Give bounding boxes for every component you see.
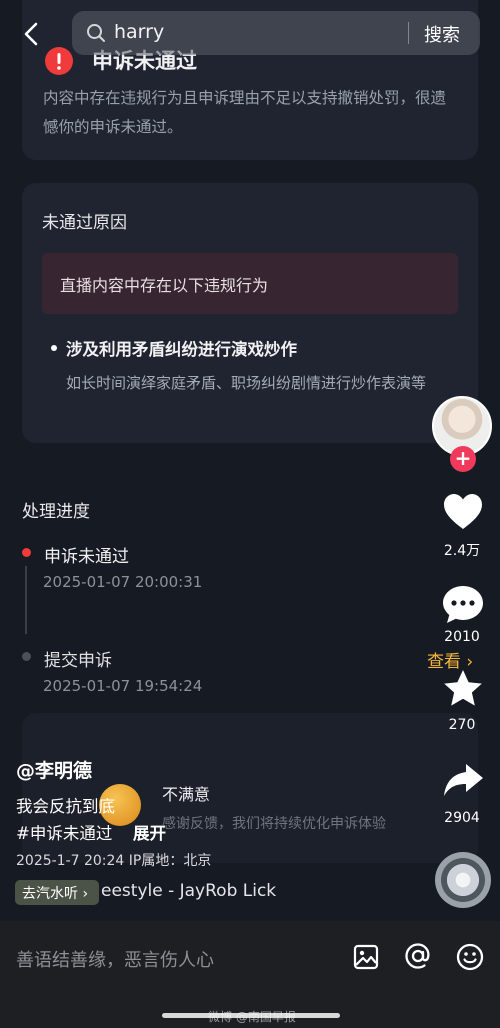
search-icon xyxy=(87,24,105,42)
timeline-step-label: 提交申诉 xyxy=(44,651,112,671)
music-disc[interactable] xyxy=(435,852,491,908)
violation-banner-text: 直播内容中存在以下违规行为 xyxy=(60,276,269,295)
music-track-title[interactable]: eestyle - JayRob Lick xyxy=(101,881,276,901)
timeline-dot-past xyxy=(22,652,31,661)
timeline-step-label: 申诉未通过 xyxy=(44,547,129,567)
timeline-step-time: 2025-01-07 20:00:31 xyxy=(43,573,203,591)
heart-icon[interactable] xyxy=(441,490,485,534)
timeline-step-time: 2025-01-07 19:54:24 xyxy=(43,677,203,695)
post-caption: 我会反抗到底 xyxy=(16,797,115,816)
at-mention-icon[interactable] xyxy=(403,941,433,971)
open-music-app-label: 去汽水听 › xyxy=(22,886,89,902)
search-button[interactable]: 搜索 xyxy=(424,21,460,47)
post-hashtag[interactable]: #申诉未通过 xyxy=(16,820,112,844)
search-input[interactable]: harry xyxy=(114,21,164,43)
share-count: 2904 xyxy=(444,810,480,826)
watermark: 微博 @南国早报 xyxy=(208,1010,296,1024)
expand-caption-button[interactable]: 展开 xyxy=(133,820,166,844)
feedback-title: 不满意 xyxy=(162,785,211,804)
rejection-reason-title: 未通过原因 xyxy=(42,213,127,233)
timeline-line xyxy=(25,566,27,634)
image-icon[interactable] xyxy=(352,943,380,971)
favorite-count: 270 xyxy=(448,717,476,733)
progress-title: 处理进度 xyxy=(22,502,90,522)
appeal-status-description: 内容中存在违规行为且申诉理由不足以支持撤销处罚，很遗憾你的申诉未通过。 xyxy=(43,89,447,136)
comment-input[interactable]: 善语结善缘，恶言伤人心 xyxy=(16,946,214,972)
comment-icon[interactable] xyxy=(441,583,485,627)
violation-item-description: 如长时间演绎家庭矛盾、职场纠纷剧情进行炒作表演等 xyxy=(66,374,427,392)
emoji-icon[interactable] xyxy=(455,942,485,972)
alert-icon xyxy=(45,47,73,75)
back-button[interactable] xyxy=(18,20,46,48)
like-count: 2.4万 xyxy=(443,543,481,559)
violation-item-title: 涉及利用矛盾纠纷进行演戏炒作 xyxy=(66,340,297,359)
search-divider xyxy=(408,22,409,44)
timeline-dot-current xyxy=(22,548,31,557)
search-bar[interactable]: harry 搜索 xyxy=(72,11,480,55)
share-icon[interactable] xyxy=(441,759,485,803)
bullet-dot xyxy=(51,345,57,351)
star-icon[interactable] xyxy=(441,667,485,711)
post-meta: 2025-1-7 20:24 IP属地：北京 xyxy=(16,853,212,869)
comment-count: 2010 xyxy=(444,629,480,645)
author-name[interactable]: @李明德 xyxy=(16,756,92,783)
chevron-left-icon xyxy=(24,22,38,46)
follow-button[interactable]: + xyxy=(450,446,476,472)
feedback-description: 感谢反馈，我们将持续优化申诉体验 xyxy=(162,816,386,832)
